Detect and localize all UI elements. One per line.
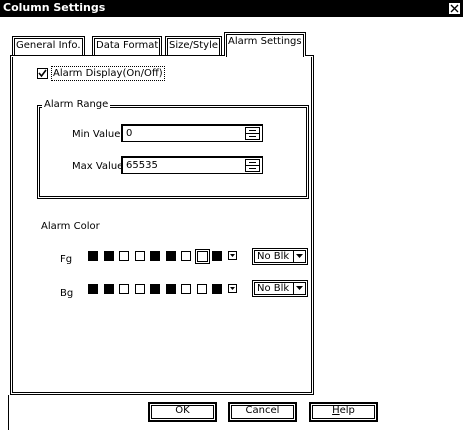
cancel-button[interactable]: Cancel: [228, 402, 297, 422]
alarm-range-title: Alarm Range: [42, 98, 111, 111]
tab-label: Data Format: [96, 40, 159, 51]
tab-data-format[interactable]: Data Format: [92, 36, 163, 55]
tab-general-info[interactable]: General Info.: [12, 36, 85, 55]
tab-alarm-settings[interactable]: Alarm Settings: [224, 32, 306, 57]
close-icon: [450, 4, 459, 13]
help-label: Help: [332, 405, 355, 416]
ok-label: OK: [175, 405, 190, 416]
help-button[interactable]: Help: [309, 402, 378, 422]
cancel-label: Cancel: [245, 405, 280, 416]
dialog-title: Column Settings: [3, 1, 106, 14]
tab-label: General Info.: [16, 40, 81, 51]
ok-button[interactable]: OK: [148, 402, 217, 422]
column-settings-dialog: Column Settings General Info. Data Forma…: [0, 0, 463, 430]
close-button[interactable]: [448, 2, 461, 15]
tab-label: Size/Style: [169, 40, 219, 51]
help-label-rest: elp: [339, 405, 355, 416]
title-bar[interactable]: Column Settings: [0, 0, 463, 17]
help-mnemonic: H: [332, 405, 340, 416]
tab-label: Alarm Settings: [228, 36, 302, 47]
left-divider: [8, 395, 9, 430]
tab-size-style[interactable]: Size/Style: [165, 36, 223, 55]
